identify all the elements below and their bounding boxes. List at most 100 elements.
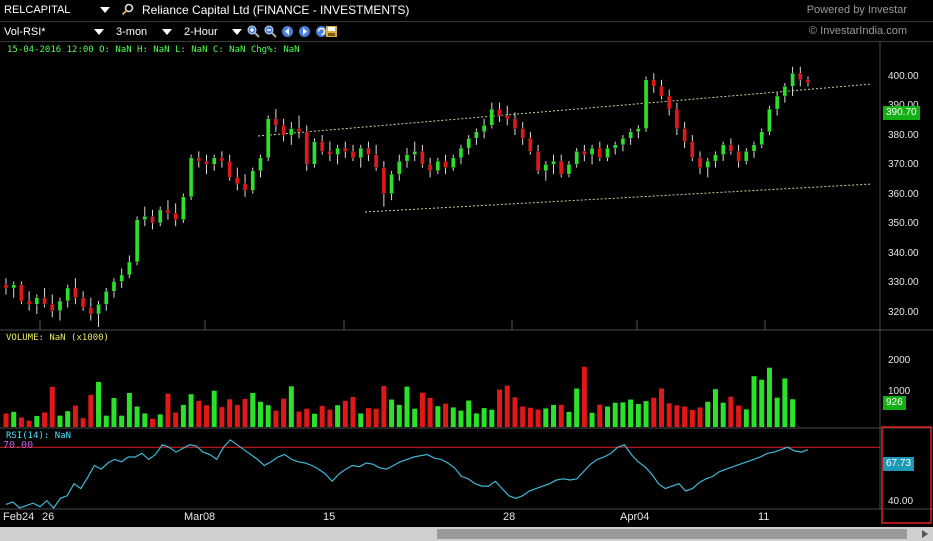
price-tick: 380.00 — [888, 130, 919, 141]
candle-body — [281, 125, 286, 136]
candle-body — [319, 141, 325, 152]
candle-body — [774, 95, 780, 110]
volume-bar — [790, 399, 796, 427]
volume-bar — [620, 402, 626, 427]
candle-body — [767, 108, 772, 133]
volume-bar — [365, 408, 371, 427]
candle-body — [497, 108, 502, 116]
candle-body — [566, 164, 572, 175]
candle-body — [312, 141, 317, 165]
candle-body — [605, 147, 610, 159]
volume-bar — [774, 397, 780, 427]
candle-body — [296, 128, 302, 133]
volume-bar — [605, 406, 610, 427]
candle-body — [798, 73, 803, 80]
volume-bar — [697, 407, 703, 427]
volume-bar — [404, 386, 410, 427]
candle-body — [150, 216, 155, 224]
scrollbar-thumb[interactable] — [437, 529, 907, 539]
candle-body — [227, 160, 232, 178]
volume-bar — [126, 392, 132, 427]
volume-bar — [512, 397, 518, 427]
candle-body — [736, 151, 741, 162]
price-tick: 340.00 — [888, 248, 919, 259]
volume-bar — [227, 399, 233, 427]
candle-body — [744, 151, 749, 162]
candle-body — [690, 141, 695, 159]
volume-bar — [551, 404, 557, 427]
x-tick: 26 — [42, 511, 55, 523]
volume-bar — [173, 412, 179, 427]
candle-body — [574, 151, 579, 165]
candle-body — [759, 131, 764, 146]
volume-bar — [412, 408, 418, 427]
volume-bar — [527, 407, 533, 427]
candle-body — [104, 291, 109, 305]
candle-body — [381, 167, 387, 194]
volume-bar — [250, 392, 256, 427]
price-tick: 320.00 — [888, 307, 919, 318]
volume-bar — [466, 400, 472, 427]
volume-bar — [520, 406, 526, 427]
candle-body — [427, 164, 433, 172]
volume-bar — [11, 411, 17, 427]
candle-body — [304, 131, 309, 165]
candle-body — [235, 177, 240, 185]
volume-bar — [612, 402, 618, 427]
x-tick: Feb24 — [3, 511, 35, 523]
candle-body — [551, 160, 556, 165]
candle-body — [173, 212, 178, 220]
candle-body — [474, 131, 479, 139]
candle-body — [88, 307, 94, 315]
volume-bar — [543, 408, 549, 427]
candle-body — [119, 274, 124, 282]
candle-body — [458, 147, 464, 159]
candle-body — [335, 147, 340, 155]
price-chart[interactable] — [0, 0, 933, 541]
rsi-level-text: 70.00 — [3, 440, 34, 451]
candle-body — [728, 144, 734, 152]
candle-body — [11, 284, 16, 289]
volume-bar — [751, 376, 757, 427]
candle-body — [358, 147, 363, 159]
volume-bar — [18, 417, 24, 427]
candle-body — [373, 154, 379, 168]
candle-body — [57, 300, 63, 311]
volume-bar — [458, 410, 464, 427]
candle-body — [265, 118, 271, 159]
candle-body — [26, 300, 32, 305]
volume-bar — [242, 398, 248, 427]
candle-body — [42, 297, 47, 305]
volume-bar — [489, 409, 495, 427]
candle-body — [682, 128, 687, 142]
volume-bar — [49, 386, 55, 427]
candle-body — [34, 297, 40, 305]
volume-bar — [57, 415, 63, 427]
volume-bar — [435, 406, 441, 427]
candle-body — [73, 287, 78, 298]
volume-bar — [3, 413, 9, 427]
x-tick: 28 — [503, 511, 516, 523]
candle-body — [181, 196, 186, 220]
candle-body — [3, 284, 9, 289]
volume-tick: 2000 — [888, 355, 911, 366]
candle-body — [350, 151, 356, 159]
candle-body — [65, 287, 70, 302]
volume-bar — [689, 409, 695, 427]
volume-bar — [211, 390, 217, 427]
x-tick: 15 — [323, 511, 336, 523]
candle-body — [219, 157, 225, 162]
volume-bar — [651, 397, 657, 427]
volume-bar — [373, 408, 379, 427]
rsi-line — [5, 439, 809, 509]
candle-body — [127, 261, 132, 276]
candle-body — [751, 144, 757, 152]
volume-bar — [574, 388, 580, 427]
volume-bar — [103, 415, 109, 427]
candle-body — [505, 115, 510, 120]
volume-label: VOLUME: NaN (x1000) — [6, 333, 109, 343]
candle-body — [489, 108, 495, 126]
candle-body — [674, 108, 680, 129]
candle-body — [435, 160, 441, 172]
volume-bar — [304, 408, 310, 427]
